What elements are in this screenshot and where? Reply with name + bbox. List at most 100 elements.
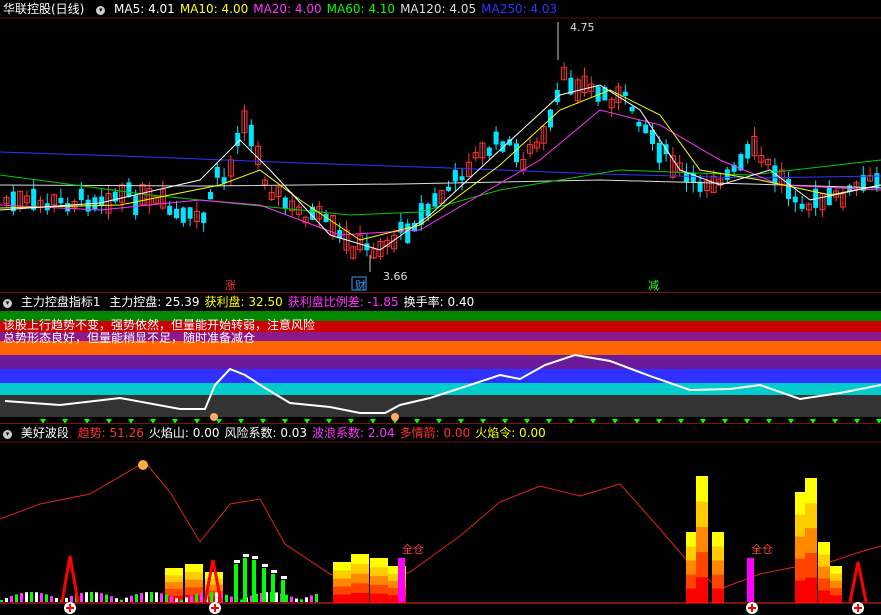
candle-down [745, 143, 751, 159]
control-band-7 [0, 395, 881, 417]
candle-down [208, 191, 213, 200]
wave-indicator-pane[interactable]: ▾ 美好波段 趋势: 51.26 火焰山: 0.00 风险系数: 0.03 波浪系数:… [0, 424, 881, 615]
price-chart-pane[interactable]: 华联控股(日线) ▾ MA5: 4.01 MA10: 4.00 MA20: 4.00… [0, 0, 881, 293]
control-band-6 [0, 383, 881, 395]
wave-bar [125, 597, 128, 602]
flame-bar [830, 587, 842, 596]
indicator-value-2: 获利盘比例差: -1.85 [287, 295, 399, 309]
wave-value-1: 火焰山: 0.00 [148, 426, 220, 440]
flame-bar [830, 580, 842, 589]
candle-down [214, 166, 220, 178]
wave-bar [40, 593, 43, 602]
wave-bar [180, 599, 183, 602]
flame-bar [805, 577, 817, 603]
flame-bar [830, 566, 842, 574]
wave-bar [90, 592, 93, 602]
control-band-4 [0, 355, 881, 369]
wave-bar [275, 592, 278, 602]
candle-down [500, 141, 506, 152]
wave-bar [190, 595, 193, 602]
candlestick-chart[interactable] [0, 0, 881, 293]
wave-bar [145, 592, 148, 602]
flame-bar [818, 578, 830, 591]
flame-bar [351, 573, 369, 584]
wave-bar [65, 597, 68, 602]
triangle-signal [848, 561, 868, 603]
wave-bar [135, 594, 138, 602]
flame-bar [805, 502, 817, 529]
flame-bar [185, 579, 203, 588]
wave-bar-cap [234, 560, 240, 563]
wave-bar [175, 598, 178, 602]
wave-values: 趋势: 51.26 火焰山: 0.00 风险系数: 0.03 波浪系数: 2.04 多情… [78, 426, 551, 440]
wave-bar [310, 595, 313, 602]
marker-cai[interactable]: 财 [355, 277, 366, 293]
analysis-note-2: 总势形态良好，但量能稍显不足，随时准备减仓 [3, 331, 256, 345]
low-price-label: 3.66 [383, 270, 408, 283]
ma-value-5: MA250: 4.03 [481, 2, 558, 16]
wave-bar [262, 568, 266, 602]
top-signal-icon [138, 460, 148, 470]
control-band-5 [0, 369, 881, 383]
signal-bar [398, 558, 405, 602]
wave-bar [20, 593, 23, 602]
wave-value-0: 趋势: 51.26 [77, 426, 144, 440]
flame-bar [370, 584, 388, 594]
flame-bar [333, 586, 351, 595]
flame-bar [818, 590, 830, 603]
wave-title: 美好波段 [20, 426, 69, 440]
flame-bar [165, 568, 183, 576]
flame-bar [351, 592, 369, 603]
collapse-icon[interactable]: ▾ [3, 299, 12, 308]
flame-bar [370, 558, 388, 568]
wave-bar [234, 564, 238, 602]
collapse-icon[interactable]: ▾ [3, 430, 12, 439]
flame-bar [712, 574, 724, 589]
flame-bar [351, 582, 369, 593]
wave-bar [243, 558, 247, 602]
wave-bar [45, 594, 48, 602]
candle-down [684, 172, 689, 183]
wave-value-3: 波浪系数: 2.04 [312, 426, 395, 440]
flame-bar [333, 570, 351, 579]
wave-indicator-chart[interactable] [0, 424, 881, 615]
wave-bar [150, 592, 153, 602]
candle-down [493, 131, 499, 145]
control-indicator-chart[interactable] [0, 293, 881, 423]
wave-bar [120, 599, 123, 602]
wave-bar [195, 594, 198, 602]
candle-down [656, 142, 662, 163]
wave-bar [0, 600, 3, 602]
stock-title: 华联控股(日线) [3, 2, 85, 16]
control-indicator-pane[interactable]: ▾ 主力控盘指标1 主力控盘: 25.39 获利盘: 32.50 获利盘比例差: -… [0, 293, 881, 423]
candle-down [452, 169, 458, 182]
marker-zhang[interactable]: 涨 [225, 277, 236, 293]
marker-jian[interactable]: 减 [648, 277, 659, 293]
hand-icon [391, 413, 399, 421]
ma-legend: MA5: 4.01 MA10: 4.00 MA20: 4.00 MA60: 4.10 M… [114, 2, 562, 16]
candle-down [459, 176, 465, 181]
flame-bar [185, 571, 203, 580]
wave-bar [35, 592, 38, 602]
flame-bar [370, 575, 388, 585]
wave-bar [15, 594, 18, 602]
wave-bar-cap [252, 556, 258, 559]
high-price-label: 4.75 [570, 21, 595, 34]
ma20-line [0, 109, 881, 236]
flame-bar [696, 476, 708, 502]
collapse-icon[interactable]: ▾ [96, 6, 106, 15]
wave-bar [5, 597, 8, 602]
ma120-line [0, 179, 881, 189]
wave-bar [70, 595, 73, 602]
triangle-signal [60, 555, 80, 603]
ma-value-2: MA20: 4.00 [253, 2, 322, 16]
wave-bar [165, 594, 168, 602]
flame-bar [696, 576, 708, 603]
wave-bar [285, 594, 288, 602]
candle-down [446, 186, 451, 191]
full-position-tag: 全仓 [402, 543, 424, 556]
wave-bar [185, 597, 188, 602]
wave-bar [100, 593, 103, 602]
wave-bar [80, 592, 83, 602]
candle-down [126, 182, 132, 197]
